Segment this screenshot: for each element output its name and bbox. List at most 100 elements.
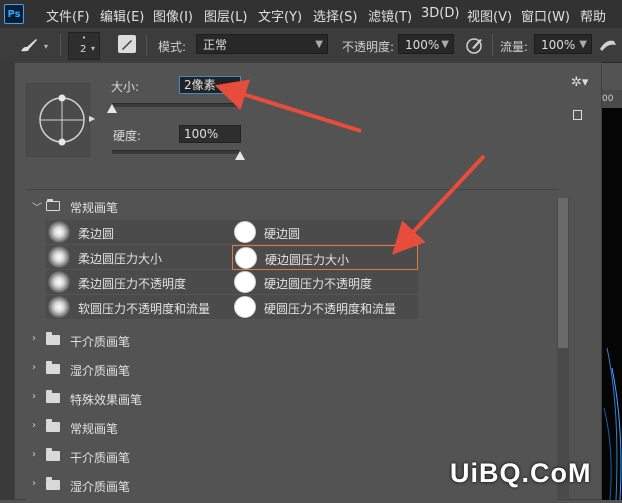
brush-preset-picker[interactable]: • 2 ▾ <box>68 32 100 60</box>
options-bar: ▾ • 2 ▾ 模式: 正常 ▼ 不透明度: 100% ▼ 流量: 100% ▼ <box>0 28 622 63</box>
menu-help[interactable]: 帮助 <box>580 6 606 25</box>
soft-round-brush-icon <box>48 246 70 268</box>
document-canvas[interactable] <box>602 108 622 501</box>
hard-round-brush-icon <box>235 247 257 269</box>
soft-round-brush-icon <box>48 221 70 243</box>
menu-window[interactable]: 窗口(W) <box>521 6 570 25</box>
chevron-down-icon: ▼ <box>315 39 323 50</box>
size-value: 2 <box>184 78 192 92</box>
soft-round-brush-icon <box>48 296 70 318</box>
size-unit: 像素 <box>191 78 216 92</box>
brush-preset-name: 硬圆压力不透明度和流量 <box>264 302 397 316</box>
size-slider-track[interactable] <box>112 103 240 107</box>
new-preset-icon[interactable] <box>573 110 582 120</box>
menu-bar: Ps 文件(F) 编辑(E) 图像(I) 图层(L) 文字(Y) 选择(S) 滤… <box>0 0 622 28</box>
airbrush-icon[interactable] <box>598 35 620 55</box>
brush-tool-icon[interactable] <box>18 36 40 54</box>
chevron-right-icon: › <box>32 478 36 489</box>
chevron-right-icon: › <box>32 333 36 344</box>
hardness-label: 硬度: <box>113 129 142 143</box>
size-slider-handle[interactable] <box>107 104 117 113</box>
divider <box>492 34 493 56</box>
ruler: 00 <box>602 90 622 108</box>
group-label: 湿介质画笔 <box>70 364 131 378</box>
list-scrollbar[interactable] <box>557 198 569 498</box>
hard-round-brush-icon <box>234 296 256 318</box>
group-label: 干介质画笔 <box>70 451 131 465</box>
brush-preset-item[interactable]: 硬边圆 <box>232 220 418 245</box>
opacity-field[interactable]: 100% ▼ <box>398 34 454 54</box>
group-label: 常规画笔 <box>70 422 119 436</box>
group-row-general-brushes-2[interactable]: › 常规画笔 <box>26 413 557 441</box>
photoshop-logo: Ps <box>4 4 24 24</box>
brush-preset-item[interactable]: 柔边圆压力不透明度 <box>46 270 232 295</box>
menu-image[interactable]: 图像(I) <box>153 6 193 25</box>
pressure-opacity-icon[interactable] <box>464 35 486 55</box>
hardness-slider-track[interactable] <box>112 150 240 154</box>
menu-type[interactable]: 文字(Y) <box>258 6 302 25</box>
group-row-wet-media[interactable]: › 湿介质画笔 <box>26 355 557 383</box>
menu-edit[interactable]: 编辑(E) <box>100 6 144 25</box>
hard-round-brush-icon <box>234 271 256 293</box>
folder-icon <box>46 477 60 490</box>
group-row-dry-media[interactable]: › 干介质画笔 <box>26 326 557 354</box>
menu-file[interactable]: 文件(F) <box>46 6 90 25</box>
chevron-down-icon: ▼ <box>441 39 449 50</box>
hardness-value: 100% <box>184 127 219 141</box>
chevron-right-icon: › <box>32 391 36 402</box>
size-input[interactable]: 2像素 <box>179 76 241 94</box>
hardness-slider-handle[interactable] <box>235 151 245 160</box>
chevron-down-icon: ﹀ <box>32 203 42 214</box>
size-label: 大小: <box>111 80 140 94</box>
chevron-down-icon: ▾ <box>91 44 96 53</box>
gear-icon[interactable]: ✲▾ <box>571 75 588 90</box>
chevron-down-icon[interactable]: ▾ <box>44 42 48 51</box>
scrollbar-thumb[interactable] <box>558 198 568 348</box>
soft-round-brush-icon <box>48 271 70 293</box>
canvas-artwork <box>603 347 622 501</box>
brush-preset-item[interactable]: 软圆压力不透明度和流量 <box>46 295 232 320</box>
folder-open-icon <box>46 199 60 211</box>
opacity-label: 不透明度: <box>342 40 395 54</box>
menu-filter[interactable]: 滤镜(T) <box>368 6 412 25</box>
brush-preset-item[interactable]: 柔边圆 <box>46 220 232 245</box>
brush-tip-preview[interactable] <box>26 83 90 157</box>
brush-preset-item[interactable]: 硬圆压力不透明度和流量 <box>232 295 418 320</box>
hard-round-brush-icon <box>234 221 256 243</box>
menu-select[interactable]: 选择(S) <box>313 6 357 25</box>
brush-settings-panel-icon[interactable] <box>118 35 136 53</box>
brush-preset-name: 柔边圆压力不透明度 <box>78 277 187 291</box>
divider <box>146 34 147 56</box>
group-label: 常规画笔 <box>70 201 119 215</box>
mode-value: 正常 <box>203 38 228 52</box>
watermark: UiBQ.CoM <box>450 458 592 488</box>
brush-preset-item-selected[interactable]: 硬边圆压力大小 <box>232 245 418 270</box>
folder-icon <box>46 332 60 345</box>
tools-strip <box>0 62 14 500</box>
mode-select[interactable]: 正常 ▼ <box>196 34 328 54</box>
brush-preset-name: 硬边圆压力大小 <box>265 253 350 267</box>
brush-preset-name: 柔边圆压力大小 <box>78 252 163 266</box>
divider <box>60 34 61 56</box>
folder-icon <box>46 419 60 432</box>
chevron-right-icon: › <box>32 420 36 431</box>
caret-right-icon: ▶ <box>89 114 96 123</box>
folder-icon <box>46 361 60 374</box>
mode-label: 模式: <box>158 40 187 54</box>
menu-view[interactable]: 视图(V) <box>467 6 512 25</box>
brush-preset-name: 硬边圆 <box>264 227 301 241</box>
brush-size-readout: 2 <box>80 44 87 55</box>
hardness-input[interactable]: 100% <box>179 125 241 143</box>
group-label: 干介质画笔 <box>70 335 131 349</box>
menu-3d[interactable]: 3D(D) <box>421 6 459 21</box>
chevron-right-icon: › <box>32 362 36 373</box>
group-row-special-effects[interactable]: › 特殊效果画笔 <box>26 384 557 412</box>
group-row-general-brushes[interactable]: ﹀ 常规画笔 <box>26 192 557 220</box>
flow-field[interactable]: 100% ▼ <box>534 34 592 54</box>
flow-label: 流量: <box>500 40 529 54</box>
brush-preset-item[interactable]: 柔边圆压力大小 <box>46 245 232 270</box>
brush-preset-item[interactable]: 硬边圆压力不透明度 <box>232 270 418 295</box>
brush-preset-name: 柔边圆 <box>78 227 115 241</box>
flow-value: 100% <box>541 38 576 52</box>
menu-layer[interactable]: 图层(L) <box>204 6 247 25</box>
